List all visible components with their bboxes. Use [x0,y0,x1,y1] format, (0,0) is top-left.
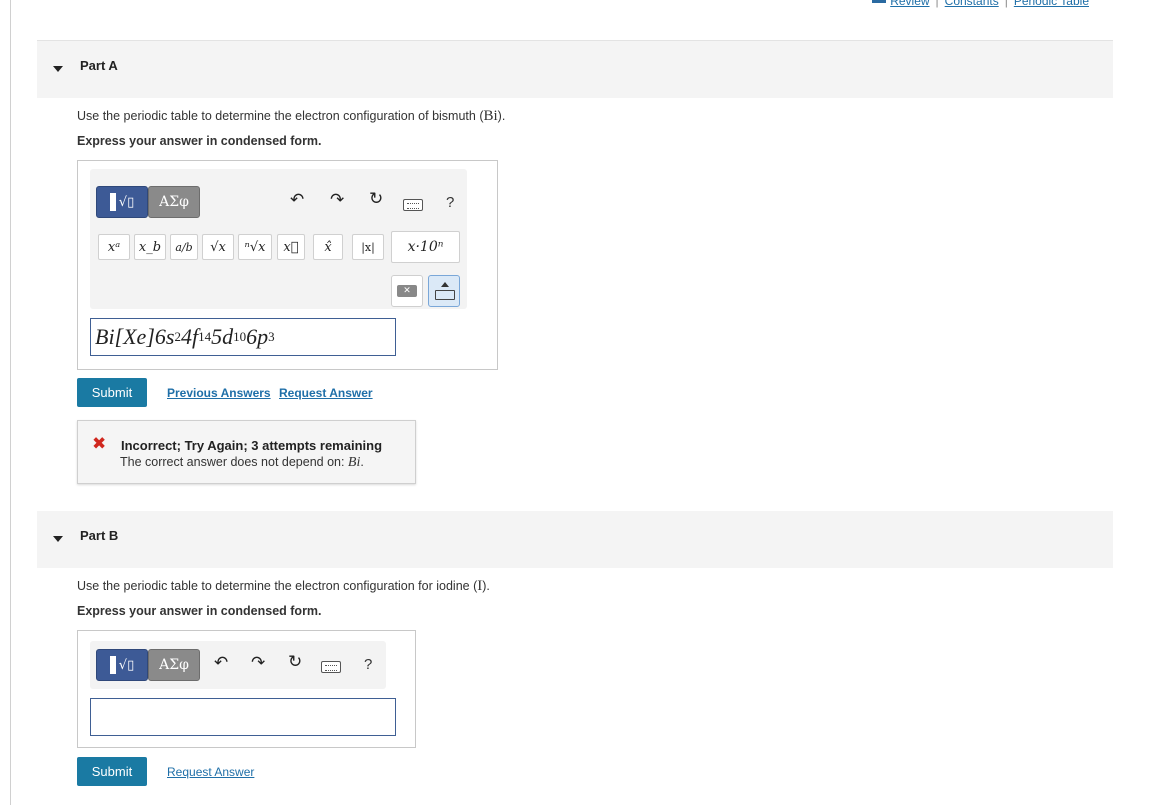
constants-link[interactable]: Constants [945,0,999,8]
unit-vector-key[interactable]: x̂ [313,234,343,260]
templates-button[interactable]: √▯ [96,186,148,218]
keyboard-shortcuts-icon[interactable] [403,199,423,211]
sqrt-box-icon: √▯ [118,194,135,210]
part-a-request-answer-link[interactable]: Request Answer [279,386,373,400]
virtual-keyboard-key[interactable] [428,275,460,307]
part-b-request-answer-link[interactable]: Request Answer [167,765,254,779]
part-a-answer-box: √▯ ΑΣφ ↶ ↷ ↻ ? xᵃ x_b a/b √x ⁿ√x x⃗ x̂ |… [77,160,498,370]
part-a-question: Use the periodic table to determine the … [77,108,505,125]
question-text: Use the periodic table to determine the … [77,579,478,593]
part-b-header[interactable]: Part B [37,511,1113,568]
help-icon[interactable]: ? [446,194,454,211]
greek-symbols-button[interactable]: ΑΣφ [148,186,200,218]
redo-icon[interactable]: ↷ [330,190,344,210]
question-text-end: ). [497,109,506,123]
part-a-submit-button[interactable]: Submit [77,378,147,407]
feedback-detail-text: The correct answer does not depend on: [120,455,348,469]
incorrect-x-icon: ✖ [92,434,107,454]
nth-root-key[interactable]: ⁿ√x [238,234,272,260]
reset-icon[interactable]: ↻ [288,652,302,672]
page: Review | Constants | Periodic Table Part A U… [0,0,1159,805]
part-a-header[interactable]: Part A [37,41,1113,98]
subscript-key[interactable]: x_b [134,234,166,260]
feedback-detail: The correct answer does not depend on: B… [120,455,364,471]
periodic-table-link[interactable]: Periodic Table [1014,0,1089,8]
part-b-answer-box: √▯ ΑΣφ ↶ ↷ ↻ ? [77,630,416,748]
block-icon [109,193,116,211]
collapse-caret-icon[interactable] [53,66,63,72]
reset-icon[interactable]: ↻ [369,189,383,209]
feedback-box: ✖ Incorrect; Try Again; 3 attempts remai… [77,420,416,484]
math-toolbar: √▯ ΑΣφ ↶ ↷ ↻ ? xᵃ x_b a/b √x ⁿ√x x⃗ x̂ |… [90,169,467,309]
part-b-instruction: Express your answer in condensed form. [77,604,322,618]
question-text: Use the periodic table to determine the … [77,109,484,123]
keyboard-shortcuts-icon[interactable] [321,661,341,673]
math-toolbar: √▯ ΑΣφ ↶ ↷ ↻ ? [90,641,386,689]
undo-icon[interactable]: ↶ [290,190,304,210]
answer-base: Bi[Xe]6s [95,324,175,349]
book-icon [872,0,887,3]
element-symbol: Bi [483,108,498,124]
left-divider [10,0,11,805]
help-icon[interactable]: ? [364,656,372,673]
part-b-title: Part B [80,528,119,543]
feedback-headline: Incorrect; Try Again; 3 attempts remaini… [121,438,383,453]
block-icon [109,656,116,674]
part-a-answer-input[interactable]: Bi[Xe]6s 2 4f 14 5d 10 6p 3 [90,318,396,356]
fraction-key[interactable]: a/b [170,234,198,260]
part-b-submit-button[interactable]: Submit [77,757,147,786]
arrow-up-icon [441,282,449,287]
feedback-symbol: Bi [347,455,361,470]
answer-exponent: 3 [268,329,275,344]
absolute-value-key[interactable]: |x| [352,234,384,260]
part-b-answer-input[interactable] [90,698,396,736]
greek-symbols-button[interactable]: ΑΣφ [148,649,200,681]
review-link[interactable]: Review [890,0,929,8]
question-text-end: ). [482,579,490,593]
answer-orbital: 4f [180,324,199,349]
answer-exponent: 10 [233,329,247,344]
backspace-icon: ✕ [397,285,417,297]
separator: | [1004,0,1008,8]
previous-answers-link[interactable]: Previous Answers [167,386,271,400]
top-links: Review | Constants | Periodic Table [872,0,1089,8]
part-a-instruction: Express your answer in condensed form. [77,134,322,148]
redo-icon[interactable]: ↷ [251,653,265,673]
part-b-question: Use the periodic table to determine the … [77,578,490,595]
keyboard-icon [435,290,455,300]
separator: | [935,0,939,8]
superscript-key[interactable]: xᵃ [98,234,130,260]
feedback-detail-end: . [360,455,364,469]
vector-key[interactable]: x⃗ [277,234,305,260]
scientific-notation-key[interactable]: x·10ⁿ [391,231,460,263]
answer-orbital: 5d [211,324,234,349]
backspace-key[interactable]: ✕ [391,275,423,307]
templates-button[interactable]: √▯ [96,649,148,681]
part-a-title: Part A [80,58,118,73]
answer-exponent: 14 [198,329,212,344]
square-root-key[interactable]: √x [202,234,234,260]
collapse-caret-icon[interactable] [53,536,63,542]
sqrt-box-icon: √▯ [118,657,135,673]
undo-icon[interactable]: ↶ [214,653,228,673]
answer-orbital: 6p [246,324,269,349]
